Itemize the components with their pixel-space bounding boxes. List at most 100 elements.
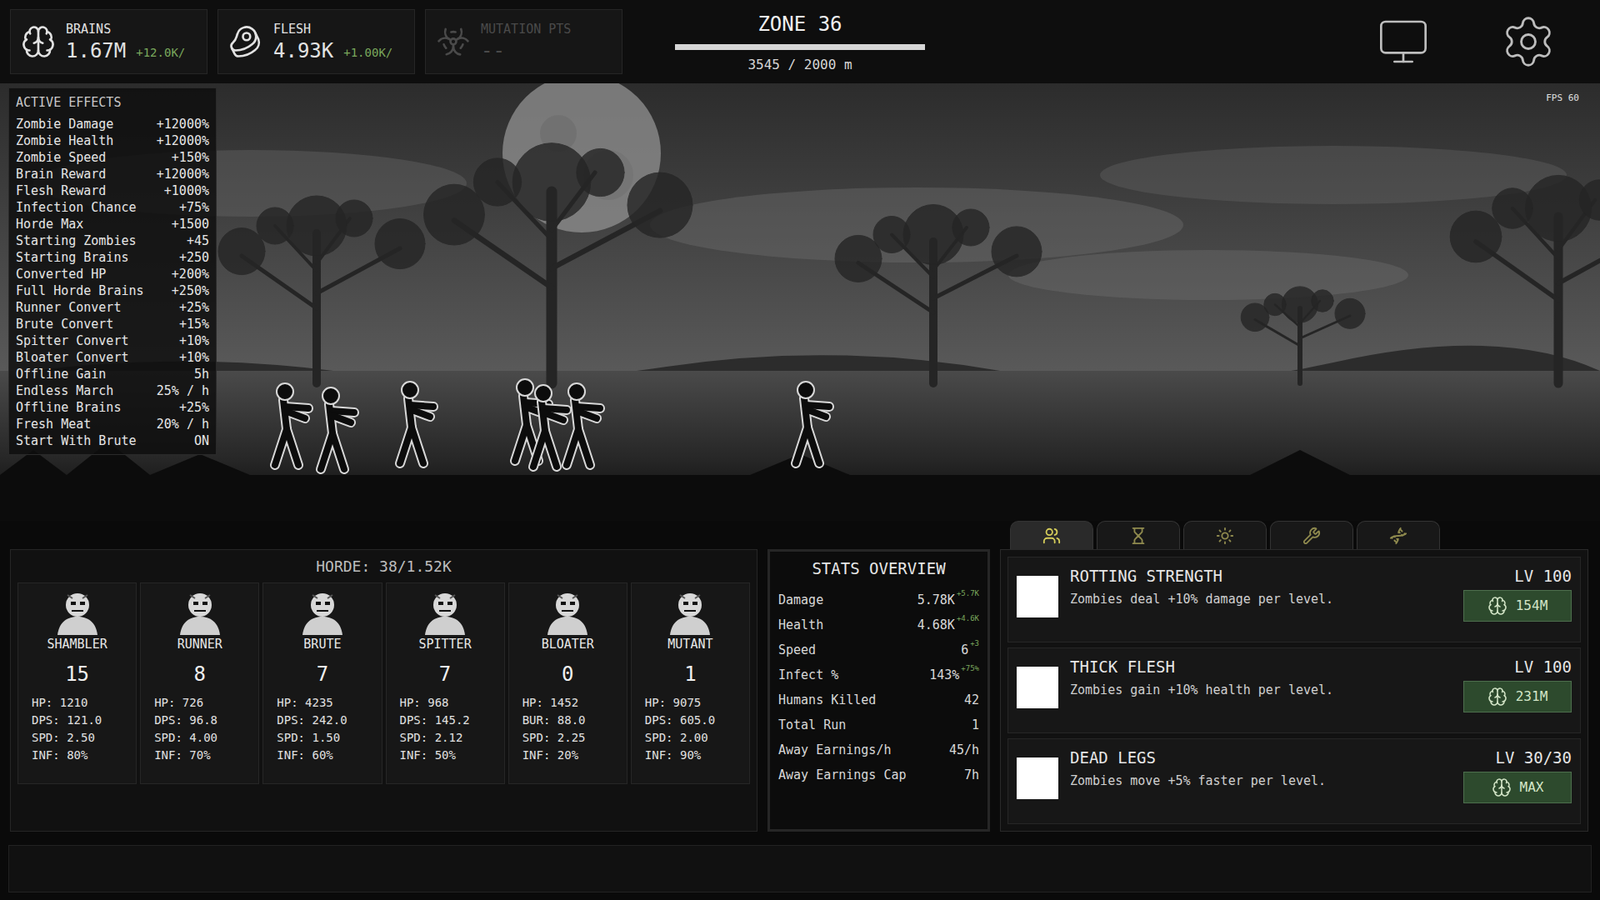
resource-label: BRAINS (65, 20, 185, 40)
zombie-figure (320, 387, 355, 470)
upgrade-buy-button[interactable]: 231M (1463, 680, 1572, 713)
resource-icon (228, 24, 264, 60)
upgrade-level: LV 100 (1514, 655, 1572, 680)
unit-stat: SPD: 1.50 (276, 729, 340, 747)
unit-card[interactable]: BLOATER0HP: 1452BUR: 88.0SPD: 2.25INF: 2… (508, 582, 628, 785)
stats-title: STATS OVERVIEW (778, 556, 980, 581)
stats-delta: +3 (970, 637, 980, 650)
unit-stat: SPD: 2.00 (645, 729, 709, 747)
resource-value: 1.67M (65, 38, 126, 64)
upgrade-cost: 154M (1515, 595, 1549, 616)
upgrade-image (1016, 575, 1059, 618)
upgrade-buy-button[interactable]: MAX (1463, 771, 1572, 804)
unit-name: SPITTER (418, 635, 471, 655)
upgrade-tab[interactable] (1010, 520, 1094, 550)
effect-row: Start With BruteON (15, 432, 210, 450)
brain-icon (1487, 595, 1508, 616)
effect-row: Offline Gain5h (15, 365, 210, 383)
resource-value: -- (480, 38, 505, 64)
zombie-portrait-icon (175, 588, 225, 635)
unit-name: MUTANT (667, 635, 713, 655)
effect-row: Endless March25% / h (15, 382, 210, 400)
zombie-portrait-icon (52, 588, 103, 635)
upgrade-name: THICK FLESH (1070, 655, 1175, 680)
effect-row: Runner Convert+25% (15, 299, 210, 316)
stats-delta: +4.6K (956, 612, 980, 625)
stats-overview-panel: STATS OVERVIEWDamage5.78K+5.7KHealth4.68… (767, 549, 990, 832)
active-effects-title: ACTIVE EFFECTS (15, 93, 210, 113)
top-bar: BRAINS1.67M+12.0K/FLESH4.93K+1.00K/MUTAT… (0, 0, 1600, 84)
unit-stat: SPD: 2.50 (31, 729, 95, 747)
unit-card[interactable]: SHAMBLER15HP: 1210DPS: 121.0SPD: 2.50INF… (17, 582, 137, 785)
zone-progress: ZONE 363545 / 2000 m (666, 9, 934, 75)
unit-name: RUNNER (177, 635, 223, 655)
stats-row: Infect %143%+75% (778, 662, 980, 688)
unit-card[interactable]: RUNNER8HP: 726DPS: 96.8SPD: 4.00INF: 70% (140, 582, 260, 785)
gear-icon[interactable] (1500, 13, 1557, 70)
tab-icon (1127, 526, 1150, 545)
unit-name: BRUTE (303, 635, 341, 655)
monitor-icon[interactable] (1373, 15, 1434, 69)
unit-stat: DPS: 145.2 (400, 711, 470, 730)
stats-row: Damage5.78K+5.7K (778, 587, 980, 613)
stats-row: Humans Killed42 (778, 687, 980, 713)
resource-label: FLESH (273, 20, 393, 40)
resource-rate: +12.0K/ (135, 44, 185, 64)
resource-label: MUTATION PTS (480, 20, 571, 40)
upgrade-tab[interactable] (1270, 520, 1354, 550)
unit-stat: DPS: 121.0 (31, 711, 102, 730)
unit-stat: INF: 50% (400, 746, 456, 765)
effect-row: Zombie Damage+12000% (15, 115, 210, 133)
zombie-portrait-icon (420, 588, 470, 635)
unit-stat: SPD: 4.00 (154, 729, 218, 747)
unit-name: BLOATER (541, 635, 595, 655)
effect-row: Fresh Meat20% / h (15, 415, 210, 433)
stats-row: Away Earnings/h45/h (778, 737, 980, 763)
upgrade-tab[interactable] (1096, 520, 1180, 550)
zombie-figure (795, 381, 830, 464)
effect-row: Brute Convert+15% (15, 315, 210, 333)
upgrade-description: Zombies move +5% faster per level. (1070, 771, 1326, 791)
unit-stat: INF: 60% (276, 746, 333, 765)
upgrade-description: Zombies gain +10% health per level. (1070, 680, 1334, 700)
unit-stat: HP: 1452 (522, 694, 579, 712)
horde-panel: HORDE: 38/1.52KSHAMBLER15HP: 1210DPS: 12… (10, 549, 758, 832)
unit-card[interactable]: BRUTE7HP: 4235DPS: 242.0SPD: 1.50INF: 60… (262, 582, 382, 785)
unit-stat: DPS: 242.0 (276, 711, 347, 730)
unit-stat: DPS: 605.0 (645, 711, 715, 730)
effect-row: Zombie Health+12000% (15, 132, 210, 150)
unit-card[interactable]: SPITTER 7 HP: 968DPS: 145.2SPD: 2.12INF: 5… (385, 582, 505, 785)
unit-stat: INF: 80% (31, 746, 88, 765)
tab-icon (1387, 526, 1410, 545)
upgrade-tab[interactable] (1183, 520, 1267, 550)
resource-value: 4.93K (273, 38, 334, 64)
unit-stat: HP: 726 (154, 694, 204, 712)
zombie-portrait-icon (297, 588, 348, 635)
resource-icon (20, 24, 56, 60)
upgrade-buy-button[interactable]: 154M (1463, 590, 1572, 622)
upgrade-card: DEAD LEGSLV 30/30Zombies move +5% faster… (1007, 738, 1581, 825)
stats-delta: +5.7K (956, 587, 980, 600)
unit-count: 7 (439, 659, 451, 690)
upgrade-card: THICK FLESH LV 100 Zombies gain +10% healt… (1007, 647, 1581, 734)
upgrade-cost: 231M (1515, 686, 1549, 707)
upgrade-tab[interactable] (1356, 520, 1440, 550)
unit-stat: HP: 968 (400, 694, 450, 712)
effect-row: Converted HP+200% (15, 265, 210, 283)
horde-title: HORDE: 38/1.52K (10, 550, 757, 583)
fps-counter: FPS 60 (1545, 91, 1580, 106)
effect-row: Full Horde Brains+250% (15, 282, 210, 300)
resource-icon (435, 24, 471, 60)
tree (835, 205, 1042, 385)
zombie-portrait-icon (542, 588, 593, 635)
unit-card[interactable]: MUTANT1HP: 9075DPS: 605.0SPD: 2.00INF: 9… (630, 582, 750, 785)
effect-row: Bloater Convert+10% (15, 349, 210, 366)
zombie-portrait-icon (665, 588, 715, 635)
bottom-strip (8, 845, 1592, 893)
tree (218, 195, 425, 384)
effect-row: Starting Brains+250 (15, 249, 210, 266)
tree (424, 143, 693, 384)
stats-row: Total Run1 (778, 712, 980, 738)
unit-stat: SPD: 2.12 (400, 729, 464, 747)
tab-icon (1214, 526, 1236, 545)
